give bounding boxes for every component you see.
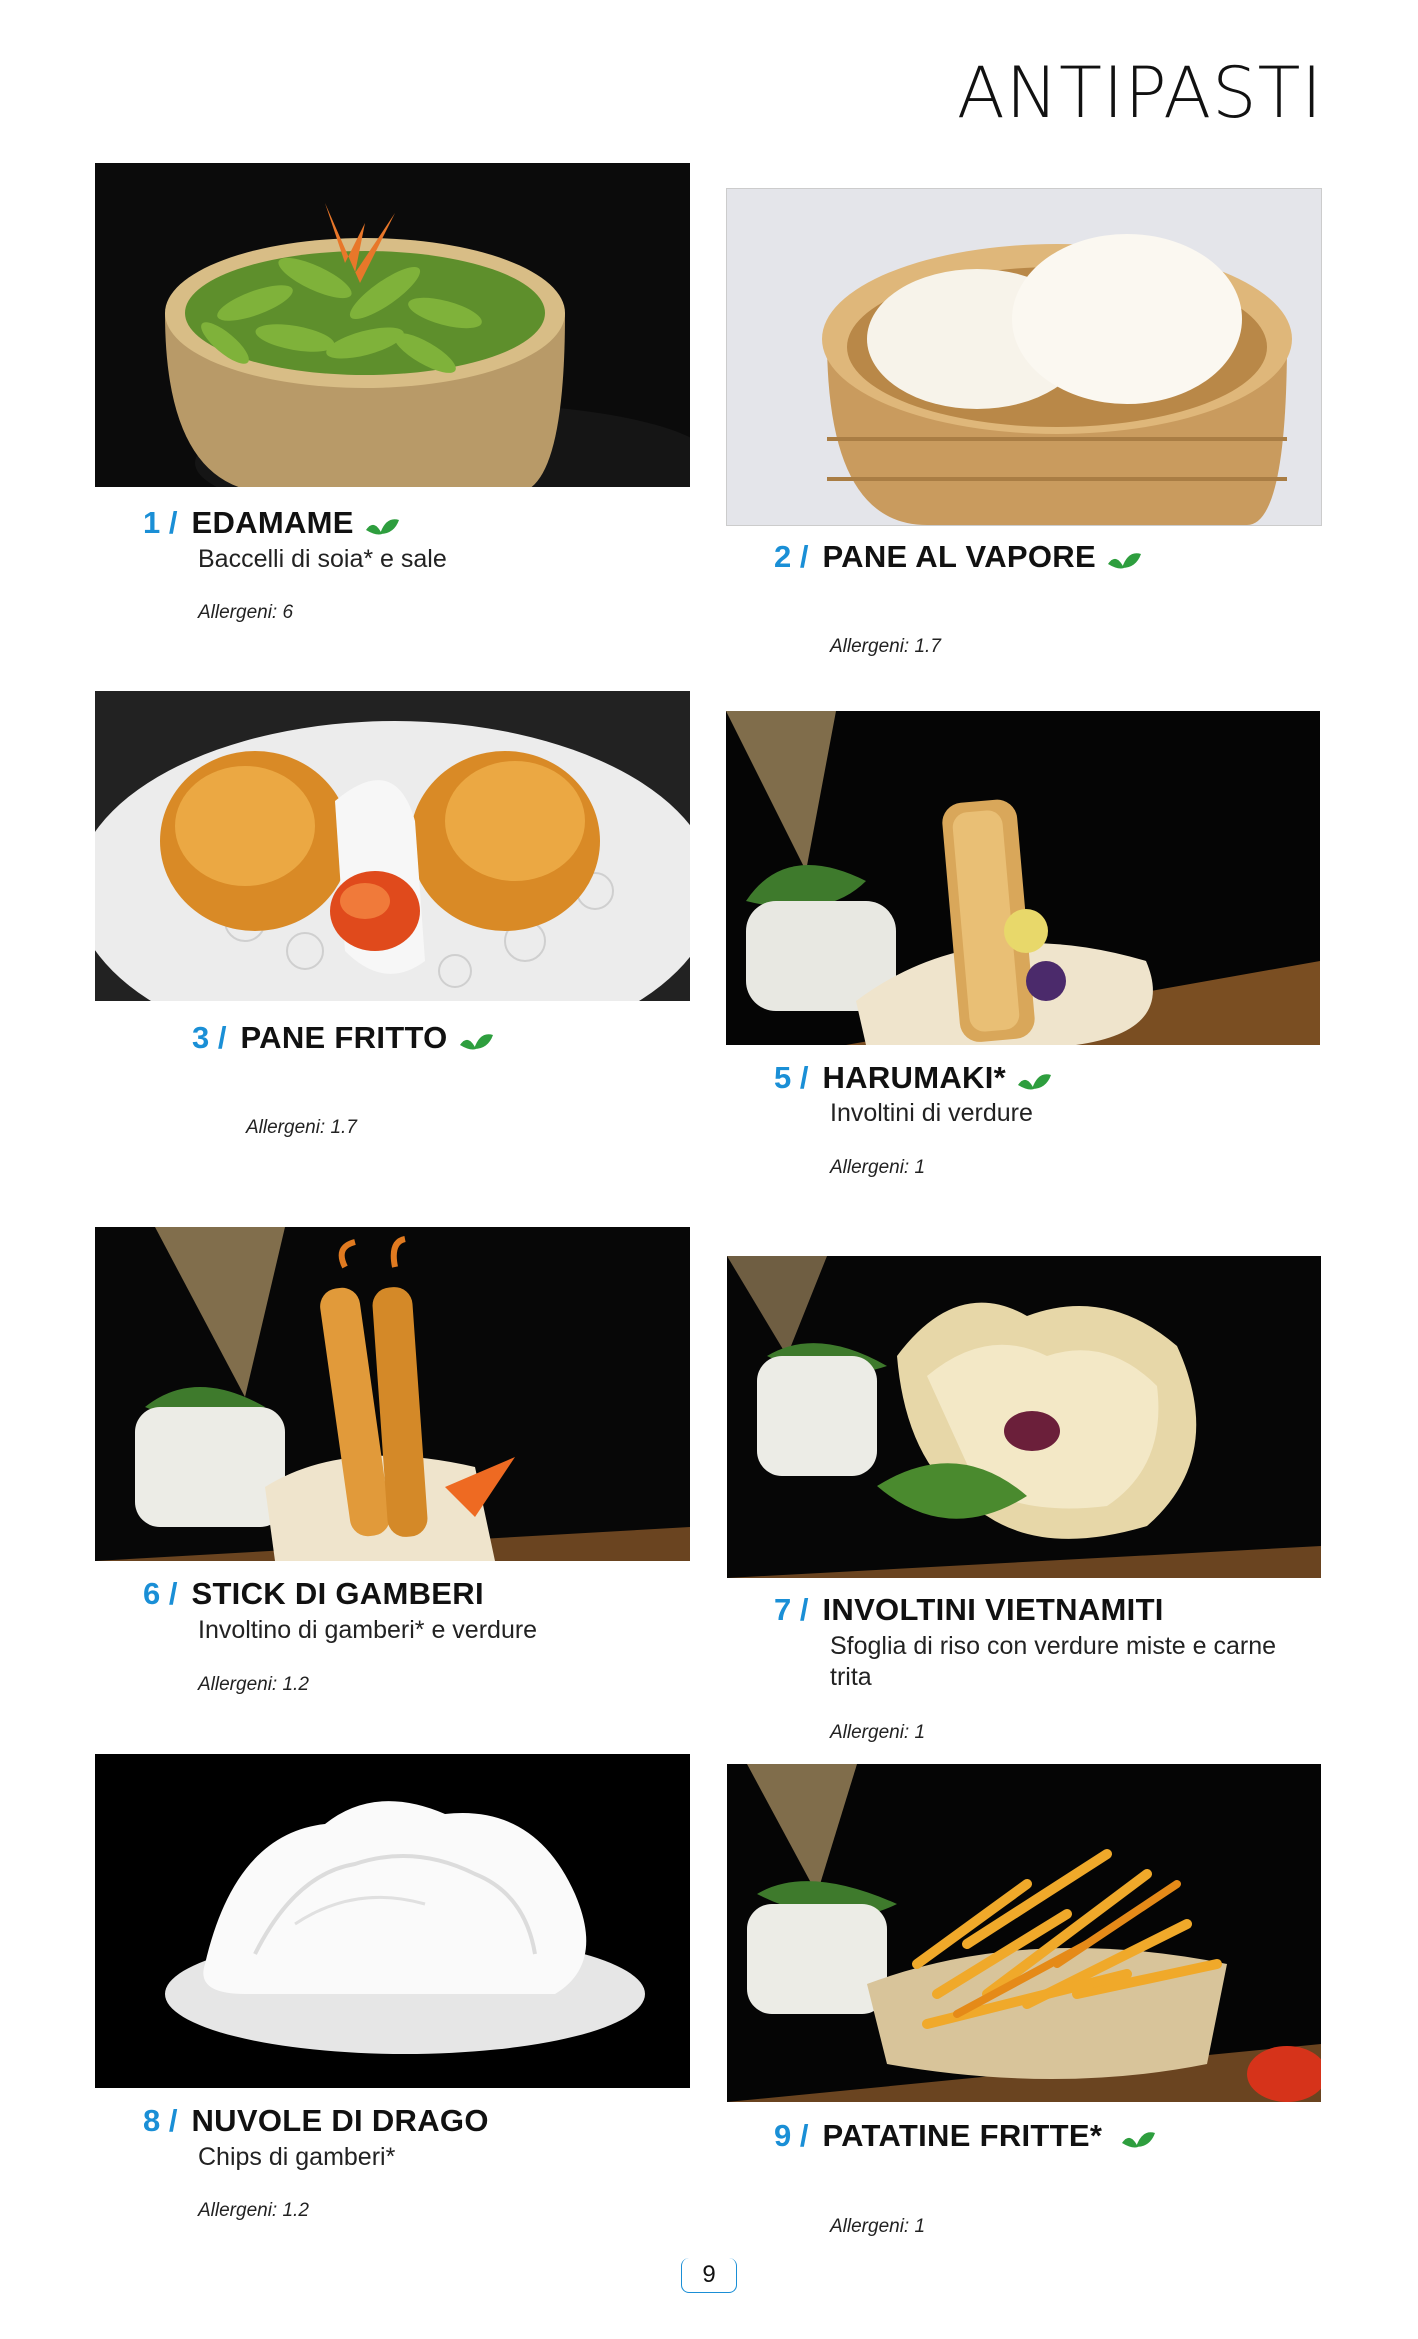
dish-number: 1 / bbox=[143, 505, 178, 540]
dish-number: 7 / bbox=[774, 1592, 809, 1627]
vegetarian-leaf-icon bbox=[364, 512, 400, 534]
dish-name: PATATINE FRITTE* bbox=[822, 2118, 1103, 2153]
dish-title-5: 5 / HARUMAKI* bbox=[774, 1062, 1052, 1093]
dish-allergens: Allergeni: 1.2 bbox=[198, 2200, 309, 2221]
dish-allergens: Allergeni: 1.7 bbox=[246, 1117, 357, 1138]
dish-allergens: Allergeni: 1.7 bbox=[830, 636, 941, 657]
vegetarian-leaf-icon bbox=[1016, 1067, 1052, 1089]
dish-title-1: 1 / EDAMAME bbox=[143, 507, 400, 538]
dish-title-3: 3 / PANE FRITTO bbox=[192, 1022, 494, 1053]
dish-description: Chips di gamberi* bbox=[198, 2143, 396, 2171]
dish-name: PANE FRITTO bbox=[240, 1020, 448, 1055]
dish-description: Involtini di verdure bbox=[830, 1099, 1033, 1127]
dish-name: NUVOLE DI DRAGO bbox=[191, 2103, 489, 2138]
dish-number: 3 / bbox=[192, 1020, 227, 1055]
dish-allergens: Allergeni: 1 bbox=[830, 1157, 926, 1178]
dish-name: INVOLTINI VIETNAMITI bbox=[822, 1592, 1164, 1627]
dish-title-9: 9 / PATATINE FRITTE* bbox=[774, 2120, 1156, 2151]
dish-title-2: 2 / PANE AL VAPORE bbox=[774, 541, 1142, 572]
dish-photo-stick-di-gamberi bbox=[95, 1227, 690, 1561]
dish-number: 2 / bbox=[774, 539, 809, 574]
dish-title-7: 7 / INVOLTINI VIETNAMITI bbox=[774, 1594, 1164, 1625]
vegetarian-leaf-icon bbox=[458, 1027, 494, 1049]
dish-number: 9 / bbox=[774, 2118, 809, 2153]
dish-allergens: Allergeni: 6 bbox=[198, 602, 294, 623]
page-number: 9 bbox=[681, 2258, 737, 2293]
dish-number: 5 / bbox=[774, 1060, 809, 1095]
dish-number: 8 / bbox=[143, 2103, 178, 2138]
dish-photo-pane-al-vapore bbox=[726, 188, 1322, 526]
dish-photo-nuvole-di-drago bbox=[95, 1754, 690, 2088]
dish-title-6: 6 / STICK DI GAMBERI bbox=[143, 1578, 484, 1609]
dish-allergens: Allergeni: 1 bbox=[830, 1722, 926, 1743]
dish-title-8: 8 / NUVOLE DI DRAGO bbox=[143, 2105, 489, 2136]
dish-description: Sfoglia di riso con verdure miste e carn… bbox=[830, 1632, 1277, 1691]
vegetarian-leaf-icon bbox=[1106, 546, 1142, 568]
dish-photo-involtini-vietnamiti bbox=[727, 1256, 1321, 1578]
dish-photo-harumaki bbox=[726, 711, 1320, 1045]
dish-description: Involtino di gamberi* e verdure bbox=[198, 1616, 538, 1644]
page-title: ANTIPASTI bbox=[956, 52, 1323, 134]
dish-number: 6 / bbox=[143, 1576, 178, 1611]
dish-name: STICK DI GAMBERI bbox=[191, 1576, 484, 1611]
dish-allergens: Allergeni: 1.2 bbox=[198, 1674, 309, 1695]
dish-photo-edamame bbox=[95, 163, 690, 487]
dish-photo-patatine-fritte bbox=[727, 1764, 1321, 2102]
dish-allergens: Allergeni: 1 bbox=[830, 2216, 926, 2237]
vegetarian-leaf-icon bbox=[1120, 2125, 1156, 2147]
dish-name: PANE AL VAPORE bbox=[822, 539, 1096, 574]
dish-name: EDAMAME bbox=[191, 505, 354, 540]
dish-description: Baccelli di soia* e sale bbox=[198, 545, 447, 573]
dish-name: HARUMAKI* bbox=[822, 1060, 1006, 1095]
dish-photo-pane-fritto bbox=[95, 691, 690, 1001]
